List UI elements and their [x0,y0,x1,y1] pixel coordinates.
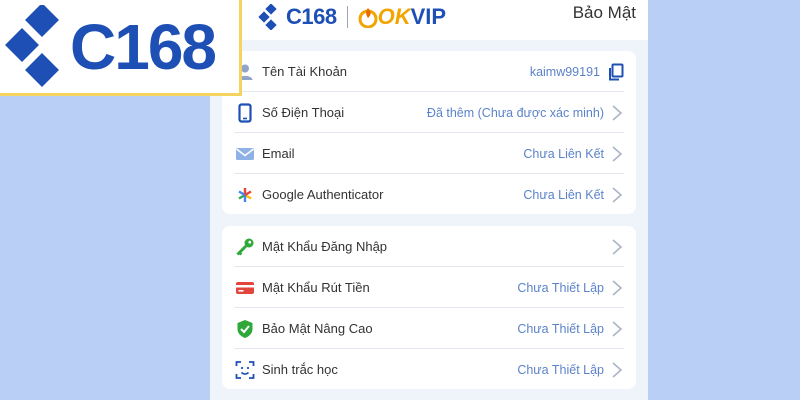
brand-c168: C168 [286,4,337,29]
advanced-security-label: Bảo Mật Nâng Cao [262,321,373,336]
c168-logo-overlay: C168 [0,0,242,96]
row-login-password[interactable]: Mật Khẩu Đăng Nhập [222,226,636,267]
chevron-right-icon [612,279,623,296]
brand-header: C168 OK VIP [258,4,446,30]
advanced-security-value: Chưa Thiết Lập [517,321,604,336]
page-title: Bảo Mật [572,3,636,22]
login-password-label: Mật Khẩu Đăng Nhập [262,239,388,254]
username-label: Tên Tài Khoản [262,64,348,79]
row-withdraw-password[interactable]: Mật Khẩu Rút Tiền Chưa Thiết Lập [222,267,636,308]
top-bar: C168 OK VIP Bảo Mật [210,0,648,40]
withdraw-password-label: Mật Khẩu Rút Tiền [262,280,370,295]
row-phone[interactable]: Số Điện Thoại Đã thêm (Chưa được xác min… [222,92,636,133]
security-card: Mật Khẩu Đăng Nhập Mật Khẩu Rút Tiền Chư… [222,226,636,389]
shield-icon [235,319,255,339]
chevron-right-icon [612,238,623,255]
brand-vip: VIP [410,4,447,29]
okvip-flame-icon [358,8,378,28]
google-authenticator-icon [235,185,255,205]
phone-value: Đã thêm (Chưa được xác minh) [426,105,604,120]
key-icon [235,237,255,257]
email-icon [235,144,255,164]
phone-label: Số Điện Thoại [262,105,345,120]
card-icon [235,278,255,298]
biometrics-value: Chưa Thiết Lập [517,362,604,377]
username-value: kaimw99191 [529,64,600,79]
withdraw-password-value: Chưa Thiết Lập [517,280,604,295]
account-card: Tên Tài Khoản kaimw99191 Số Điện Thoại Đ… [222,51,636,214]
row-biometrics[interactable]: Sinh trắc học Chưa Thiết Lập [222,349,636,390]
chevron-right-icon [612,145,623,162]
chevron-right-icon [612,361,623,378]
brand-ok: OK [377,4,411,29]
security-screen: C168 OK VIP Bảo Mật Tên Tài Khoản kaimw9… [210,0,648,400]
phone-icon [235,102,255,123]
email-value: Chưa Liên Kết [523,146,604,161]
google-authenticator-value: Chưa Liên Kết [523,187,604,202]
copy-icon[interactable] [608,63,624,81]
row-advanced-security[interactable]: Bảo Mật Nâng Cao Chưa Thiết Lập [222,308,636,349]
c168-logo-text: C168 [70,11,217,83]
email-label: Email [262,146,295,161]
biometrics-label: Sinh trắc học [262,362,338,377]
chevron-right-icon [612,104,623,121]
chevron-right-icon [612,186,623,203]
face-scan-icon [235,360,255,380]
chevron-right-icon [612,320,623,337]
row-email[interactable]: Email Chưa Liên Kết [222,133,636,174]
row-username[interactable]: Tên Tài Khoản kaimw99191 [222,51,636,92]
row-google-authenticator[interactable]: Google Authenticator Chưa Liên Kết [222,174,636,215]
brand-divider [346,6,348,28]
c168-diamond-icon [258,4,277,30]
google-authenticator-label: Google Authenticator [262,187,384,202]
